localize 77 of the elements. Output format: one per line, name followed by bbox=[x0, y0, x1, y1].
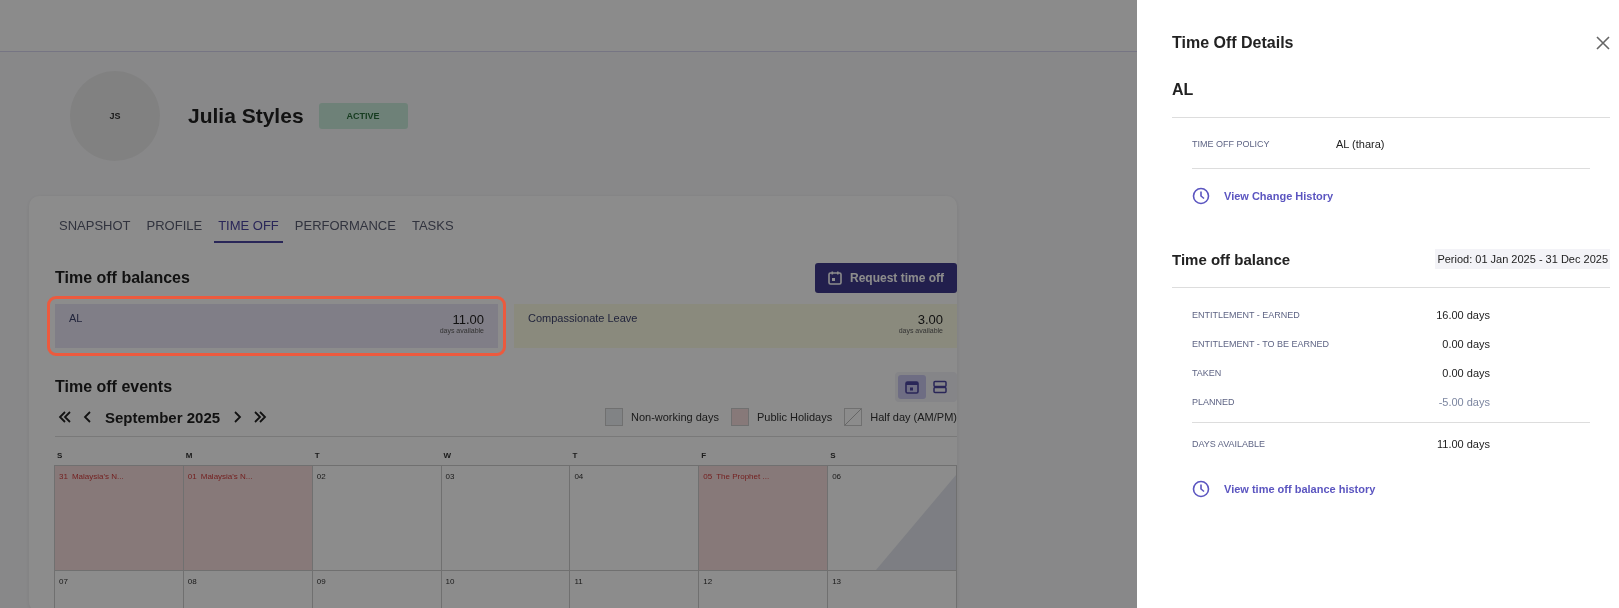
day-number: 03 bbox=[445, 472, 455, 481]
request-time-off-button[interactable]: Request time off bbox=[815, 263, 957, 293]
day-number: 08 bbox=[187, 577, 197, 586]
holiday-name: Malaysia's N... bbox=[200, 472, 253, 481]
chevron-left-icon bbox=[83, 410, 93, 424]
weekday-label: W bbox=[442, 451, 453, 462]
section-title: Time off events bbox=[55, 378, 173, 396]
calendar-icon bbox=[904, 379, 920, 395]
half-day-swatch bbox=[844, 408, 863, 426]
legend-label: Non-working days bbox=[630, 411, 719, 423]
calendar-day[interactable]: 06 bbox=[827, 465, 957, 571]
calendar-day[interactable]: 31 Malaysia's N... bbox=[54, 465, 184, 571]
avatar-initials: JS bbox=[109, 111, 121, 121]
tab[interactable]: SNAPSHOT bbox=[55, 212, 135, 243]
field-value: -5.00 days bbox=[1437, 395, 1490, 408]
tab[interactable]: TIME OFF bbox=[214, 212, 283, 243]
field-label: ENTITLEMENT - TO BE EARNED bbox=[1192, 338, 1331, 349]
list-icon bbox=[932, 379, 948, 395]
weekday-label: F bbox=[700, 451, 708, 462]
day-number: 12 bbox=[703, 577, 713, 586]
legend-label: Public Holidays bbox=[757, 411, 833, 423]
calendar-day[interactable]: 01 Malaysia's N... bbox=[182, 465, 313, 571]
day-number: 07 bbox=[59, 577, 68, 586]
field-value: AL (thara) bbox=[1336, 138, 1385, 150]
holiday-name: Malaysia's N... bbox=[71, 472, 124, 481]
field-label: TIME OFF POLICY bbox=[1192, 139, 1271, 149]
weekday-label: T bbox=[313, 451, 321, 462]
weekday-label: S bbox=[829, 451, 837, 462]
leave-type: AL bbox=[69, 312, 83, 326]
balance-value: 3.00 bbox=[917, 312, 943, 327]
section-title: Time off balance bbox=[1172, 250, 1291, 268]
field-value: 11.00 days bbox=[1436, 437, 1490, 450]
field-label: DAYS AVAILABLE bbox=[1192, 438, 1267, 449]
chevron-right-icon bbox=[232, 410, 243, 424]
policy-name: AL bbox=[1172, 81, 1195, 99]
calendar-day[interactable]: 05 The Prophet ... bbox=[698, 465, 829, 571]
field-label: ENTITLEMENT - EARNED bbox=[1192, 309, 1301, 320]
field-value: 0.00 days bbox=[1441, 337, 1490, 350]
status-badge: ACTIVE bbox=[318, 103, 408, 129]
day-number: 10 bbox=[445, 577, 455, 586]
section-title: Time off balances bbox=[55, 269, 190, 287]
period-badge: Period: 01 Jan 2025 - 31 Dec 2025 bbox=[1435, 249, 1610, 269]
day-number: 02 bbox=[316, 472, 326, 481]
tab[interactable]: PROFILE bbox=[142, 212, 207, 243]
weekday-label: T bbox=[571, 451, 579, 462]
change-history-link[interactable]: View Change History bbox=[1192, 187, 1334, 205]
day-number: 09 bbox=[316, 577, 326, 586]
day-number: 01 bbox=[187, 472, 197, 481]
calendar-view-button[interactable] bbox=[898, 375, 926, 399]
day-number: 31 bbox=[59, 472, 68, 481]
tab[interactable]: PERFORMANCE bbox=[290, 212, 400, 243]
legend-swatch bbox=[604, 408, 623, 426]
month-title: September 2025 bbox=[105, 408, 221, 426]
balance-value: 11.00 bbox=[452, 312, 484, 327]
holiday-name: The Prophet ... bbox=[716, 472, 770, 481]
clock-icon bbox=[1192, 480, 1210, 498]
weekday-label: S bbox=[56, 451, 64, 462]
calendar-icon bbox=[828, 271, 842, 285]
panel-title: Time Off Details bbox=[1172, 34, 1294, 52]
day-number: 05 bbox=[703, 472, 713, 481]
employee-name: Julia Styles bbox=[188, 104, 304, 128]
legend-label: Half day (AM/PM) bbox=[870, 411, 957, 423]
day-number: 13 bbox=[832, 577, 842, 586]
day-number: 06 bbox=[832, 472, 842, 481]
day-number: 11 bbox=[574, 577, 583, 586]
close-icon[interactable] bbox=[1596, 36, 1610, 50]
field-label: PLANNED bbox=[1192, 396, 1236, 407]
clock-icon bbox=[1192, 187, 1210, 205]
field-value: 16.00 days bbox=[1435, 308, 1490, 321]
weekday-label: M bbox=[184, 451, 194, 462]
field-label: TAKEN bbox=[1192, 367, 1223, 378]
day-number: 04 bbox=[574, 472, 584, 481]
field-value: 0.00 days bbox=[1441, 366, 1490, 379]
legend-swatch bbox=[731, 408, 749, 426]
leave-type: Compassionate Leave bbox=[528, 312, 638, 326]
tab[interactable]: TASKS bbox=[407, 212, 458, 243]
balance-history-link[interactable]: View time off balance history bbox=[1192, 480, 1376, 498]
